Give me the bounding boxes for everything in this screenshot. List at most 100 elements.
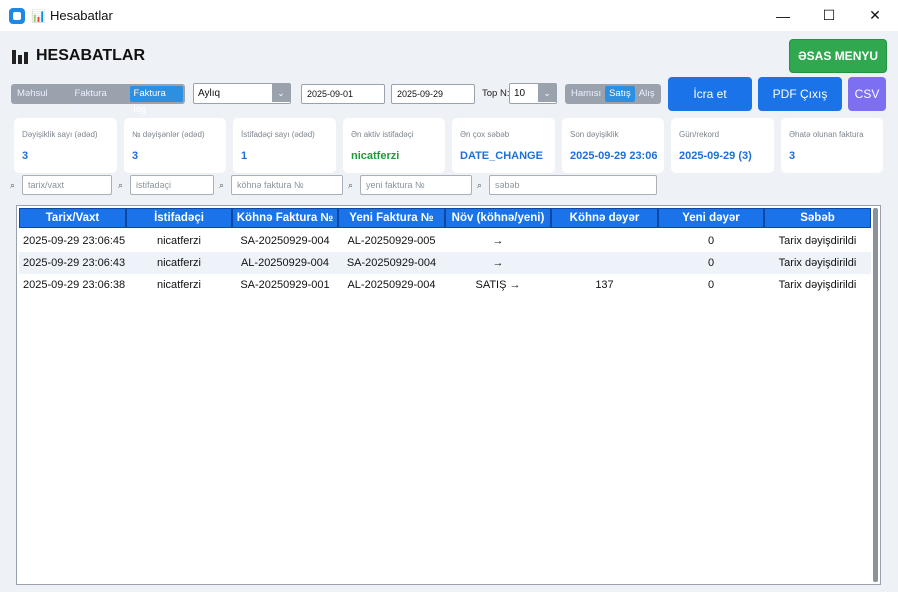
datetime-filter-input[interactable]: tarix/vaxt xyxy=(22,175,112,195)
cell-old-invoice: AL-20250929-004 xyxy=(240,257,330,269)
search-icon: ⌕ xyxy=(10,179,16,190)
pdf-export-button[interactable]: PDF Çıxış xyxy=(758,77,842,111)
column-header[interactable]: Tarix/Vaxt xyxy=(19,208,126,228)
table-body: 2025-09-29 23:06:45 nicatferzi SA-202509… xyxy=(19,230,871,296)
filter-new-invoice: ⌕ yeni faktura № xyxy=(348,175,472,195)
stat-value: 3 xyxy=(22,150,29,162)
cell-user: nicatferzi xyxy=(156,257,202,269)
close-button[interactable]: ✕ xyxy=(852,0,898,31)
period-select[interactable]: Aylıq ⌄ xyxy=(193,83,291,104)
reason-filter-input[interactable]: səbəb xyxy=(489,175,657,195)
table-header: Tarix/Vaxt İstifadəçi Köhnə Faktura № Ye… xyxy=(19,208,871,228)
chevron-down-icon: ⌄ xyxy=(272,84,290,102)
stat-card: Ən aktiv istifadəçi nicatferzi xyxy=(343,118,445,173)
topn-label: Top N: xyxy=(482,88,510,99)
column-header[interactable]: İstifadəçi xyxy=(126,208,232,228)
stat-label: № dəyişənlər (ədəd) xyxy=(132,130,205,139)
stat-value: 1 xyxy=(241,150,248,162)
tab-invoice-log[interactable]: Faktura log xyxy=(129,86,183,115)
period-select-value: Aylıq xyxy=(198,88,221,99)
stat-label: Əhatə olunan faktura xyxy=(789,130,864,139)
cell-user: nicatferzi xyxy=(156,235,202,247)
stat-card: Əhatə olunan faktura 3 xyxy=(781,118,883,173)
type-segmented: Hamısı Satış Alış xyxy=(565,84,661,104)
search-icon: ⌕ xyxy=(348,179,354,190)
tab-invoice[interactable]: Faktura üzrə xyxy=(71,86,130,115)
cell-type: SATIŞ → xyxy=(475,279,521,291)
cell-new-value: 0 xyxy=(707,279,715,291)
new-invoice-filter-input[interactable]: yeni faktura № xyxy=(360,175,472,195)
column-header[interactable]: Köhnə Faktura № xyxy=(232,208,338,228)
main-menu-button[interactable]: ƏSAS MENYU xyxy=(789,39,887,73)
csv-export-button[interactable]: CSV xyxy=(848,77,886,111)
cell-reason: Tarix dəyişdirildi xyxy=(778,235,857,247)
cell-type: → xyxy=(492,257,504,269)
search-icon: ⌕ xyxy=(118,179,124,190)
old-invoice-filter-input[interactable]: köhnə faktura № xyxy=(231,175,343,195)
stat-label: Dəyişiklik sayı (ədəd) xyxy=(22,130,98,139)
minimize-button[interactable]: — xyxy=(760,0,806,31)
tab-product[interactable]: Məhsul üzrə xyxy=(13,86,71,115)
stat-value: 2025-09-29 (3) xyxy=(679,150,752,162)
cell-reason: Tarix dəyişdirildi xyxy=(778,257,857,269)
stat-value: 2025-09-29 23:06 xyxy=(570,150,658,162)
maximize-button[interactable]: ☐ xyxy=(806,0,852,31)
cell-new-value: 0 xyxy=(707,235,715,247)
report-mode-segmented: Məhsul üzrə Faktura üzrə Faktura log xyxy=(11,84,185,115)
stat-card: İstifadəçi sayı (ədəd) 1 xyxy=(233,118,336,173)
cell-old-invoice: SA-20250929-004 xyxy=(240,235,330,247)
stat-card: № dəyişənlər (ədəd) 3 xyxy=(124,118,226,173)
cell-old-value xyxy=(551,230,658,252)
log-table: Tarix/Vaxt İstifadəçi Köhnə Faktura № Ye… xyxy=(16,205,881,585)
column-header[interactable]: Səbəb xyxy=(764,208,871,228)
cell-reason: Tarix dəyişdirildi xyxy=(778,279,857,291)
vertical-scrollbar[interactable] xyxy=(873,208,878,582)
chevron-down-icon: ⌄ xyxy=(538,84,556,102)
cell-new-invoice: AL-20250929-004 xyxy=(347,279,436,291)
stat-card: Son dəyişiklik 2025-09-29 23:06 xyxy=(562,118,664,173)
main-content: HESABATLAR ƏSAS MENYU Məhsul üzrə Faktur… xyxy=(0,31,898,592)
cell-new-invoice: SA-20250929-004 xyxy=(346,257,437,269)
tab-purchases[interactable]: Alış xyxy=(635,86,659,102)
filter-old-invoice: ⌕ köhnə faktura № xyxy=(219,175,343,195)
user-filter-input[interactable]: istifadəçi xyxy=(130,175,214,195)
stat-label: Gün/rekord xyxy=(679,130,720,139)
date-to-value: 2025-09-29 xyxy=(397,89,444,99)
app-icon xyxy=(9,7,25,24)
stat-card: Gün/rekord 2025-09-29 (3) xyxy=(671,118,774,173)
date-to-input[interactable]: 2025-09-29 xyxy=(391,84,475,104)
search-icon: ⌕ xyxy=(219,179,225,190)
cell-type: → xyxy=(492,235,504,247)
date-from-input[interactable]: 2025-09-01 xyxy=(301,84,385,104)
run-button[interactable]: İcra et xyxy=(668,77,752,111)
column-header[interactable]: Yeni dəyər xyxy=(658,208,764,228)
window-title: Hesabatlar xyxy=(49,8,113,23)
filter-datetime: ⌕ tarix/vaxt xyxy=(10,175,112,195)
page-title-text: HESABATLAR xyxy=(36,47,146,64)
stat-value: nicatferzi xyxy=(351,150,400,162)
cell-user: nicatferzi xyxy=(156,279,202,291)
chart-icon: 📊 xyxy=(31,8,46,23)
title-bar: 📊 Hesabatlar — ☐ ✕ xyxy=(0,0,898,31)
cell-datetime: 2025-09-29 23:06:43 xyxy=(23,257,126,269)
stat-value: 3 xyxy=(789,150,796,162)
cell-datetime: 2025-09-29 23:06:45 xyxy=(23,235,126,247)
topn-value: 10 xyxy=(514,88,526,99)
stat-label: İstifadəçi sayı (ədəd) xyxy=(241,130,315,139)
stat-card: Dəyişiklik sayı (ədəd) 3 xyxy=(14,118,117,173)
stat-label: Ən aktiv istifadəçi xyxy=(351,130,414,139)
tab-sales[interactable]: Satış xyxy=(605,86,635,102)
cell-datetime: 2025-09-29 23:06:38 xyxy=(23,279,126,291)
cell-new-invoice: AL-20250929-005 xyxy=(347,235,436,247)
table-row[interactable]: 2025-09-29 23:06:45 nicatferzi SA-202509… xyxy=(19,230,871,252)
date-from-value: 2025-09-01 xyxy=(307,89,354,99)
cell-new-value: 0 xyxy=(707,257,715,269)
topn-select[interactable]: 10 ⌄ xyxy=(509,83,557,104)
table-row[interactable]: 2025-09-29 23:06:43 nicatferzi AL-202509… xyxy=(19,252,871,274)
tab-all[interactable]: Hamısı xyxy=(567,86,605,102)
table-row[interactable]: 2025-09-29 23:06:38 nicatferzi SA-202509… xyxy=(19,274,871,296)
column-header[interactable]: Yeni Faktura № xyxy=(338,208,445,228)
cell-old-value: 137 xyxy=(595,279,614,291)
column-header[interactable]: Köhnə dəyər xyxy=(551,208,658,228)
column-header[interactable]: Növ (köhnə/yeni) xyxy=(445,208,551,228)
